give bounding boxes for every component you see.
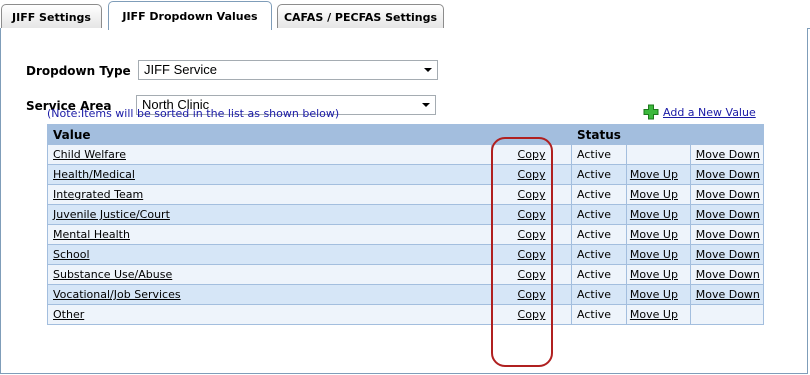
value-link[interactable]: Vocational/Job Services — [53, 288, 181, 301]
copy-link[interactable]: Copy — [518, 188, 546, 201]
status-cell: Active — [571, 264, 627, 285]
copy-column-header — [491, 124, 572, 145]
add-new-value-link[interactable]: Add a New Value — [643, 104, 756, 120]
table-row: Juvenile Justice/Court Copy Active Move … — [47, 204, 764, 225]
move-down-link[interactable]: Move Down — [696, 248, 760, 261]
values-table: Value Status Child Welfare Copy Active M… — [47, 124, 764, 325]
status-cell: Active — [571, 224, 627, 245]
copy-link[interactable]: Copy — [518, 288, 546, 301]
move-down-link[interactable]: Move Down — [696, 148, 760, 161]
value-link[interactable]: Health/Medical — [53, 168, 135, 181]
move-down-link[interactable]: Move Down — [696, 208, 760, 221]
tab-jiff-dropdown-values[interactable]: JIFF Dropdown Values — [108, 1, 272, 30]
value-link[interactable]: Mental Health — [53, 228, 130, 241]
sort-note: (Note:Items will be sorted in the list a… — [47, 107, 340, 120]
move-down-link[interactable]: Move Down — [696, 228, 760, 241]
move-down-link[interactable]: Move Down — [696, 188, 760, 201]
table-row: Other Copy Active Move Up — [47, 304, 764, 325]
move-down-link[interactable]: Move Down — [696, 288, 760, 301]
status-cell: Active — [571, 144, 627, 165]
move-up-link[interactable]: Move Up — [630, 228, 678, 241]
dropdown-type-value: JIFF Service — [144, 62, 217, 77]
move-up-link[interactable]: Move Up — [630, 168, 678, 181]
copy-link[interactable]: Copy — [518, 248, 546, 261]
dropdown-type-select[interactable]: JIFF Service — [138, 60, 438, 80]
move-up-column-header — [625, 124, 691, 145]
status-cell: Active — [571, 284, 627, 305]
add-new-value-label: Add a New Value — [663, 105, 756, 119]
table-header-row: Value Status — [47, 124, 764, 145]
table-row: Substance Use/Abuse Copy Active Move Up … — [47, 264, 764, 285]
status-cell: Active — [571, 304, 627, 325]
move-down-link[interactable]: Move Down — [696, 168, 760, 181]
status-cell: Active — [571, 184, 627, 205]
table-row: Integrated Team Copy Active Move Up Move… — [47, 184, 764, 205]
move-down-link[interactable]: Move Down — [696, 268, 760, 281]
status-cell: Active — [571, 164, 627, 185]
value-link[interactable]: Juvenile Justice/Court — [53, 208, 170, 221]
chevron-down-icon — [422, 103, 430, 107]
chevron-down-icon — [424, 68, 432, 72]
value-link[interactable]: School — [53, 248, 90, 261]
add-plus-icon — [643, 104, 659, 120]
tab-cafas-pecfas-settings[interactable]: CAFAS / PECFAS Settings — [277, 4, 444, 29]
tab-bar: JIFF Settings JIFF Dropdown Values CAFAS… — [0, 0, 810, 30]
status-cell: Active — [571, 244, 627, 265]
table-row: Mental Health Copy Active Move Up Move D… — [47, 224, 764, 245]
copy-link[interactable]: Copy — [518, 308, 546, 321]
value-column-header: Value — [47, 124, 492, 145]
tab-jiff-settings[interactable]: JIFF Settings — [1, 4, 102, 29]
move-up-link[interactable]: Move Up — [630, 288, 678, 301]
move-up-link[interactable]: Move Up — [630, 268, 678, 281]
dropdown-type-label: Dropdown Type — [26, 64, 131, 78]
status-cell: Active — [571, 204, 627, 225]
move-up-link[interactable]: Move Up — [630, 208, 678, 221]
table-row: Health/Medical Copy Active Move Up Move … — [47, 164, 764, 185]
copy-link[interactable]: Copy — [518, 268, 546, 281]
move-up-link[interactable]: Move Up — [630, 188, 678, 201]
table-row: School Copy Active Move Up Move Down — [47, 244, 764, 265]
value-link[interactable]: Substance Use/Abuse — [53, 268, 172, 281]
copy-link[interactable]: Copy — [518, 208, 546, 221]
table-row: Child Welfare Copy Active Move Down — [47, 144, 764, 165]
copy-link[interactable]: Copy — [518, 168, 546, 181]
table-row: Vocational/Job Services Copy Active Move… — [47, 284, 764, 305]
copy-link[interactable]: Copy — [518, 228, 546, 241]
move-up-link[interactable]: Move Up — [630, 248, 678, 261]
status-column-header: Status — [571, 124, 627, 145]
copy-link[interactable]: Copy — [518, 148, 546, 161]
move-down-column-header — [689, 124, 764, 145]
value-link[interactable]: Other — [53, 308, 84, 321]
value-link[interactable]: Integrated Team — [53, 188, 143, 201]
value-link[interactable]: Child Welfare — [53, 148, 126, 161]
move-up-link[interactable]: Move Up — [630, 308, 678, 321]
